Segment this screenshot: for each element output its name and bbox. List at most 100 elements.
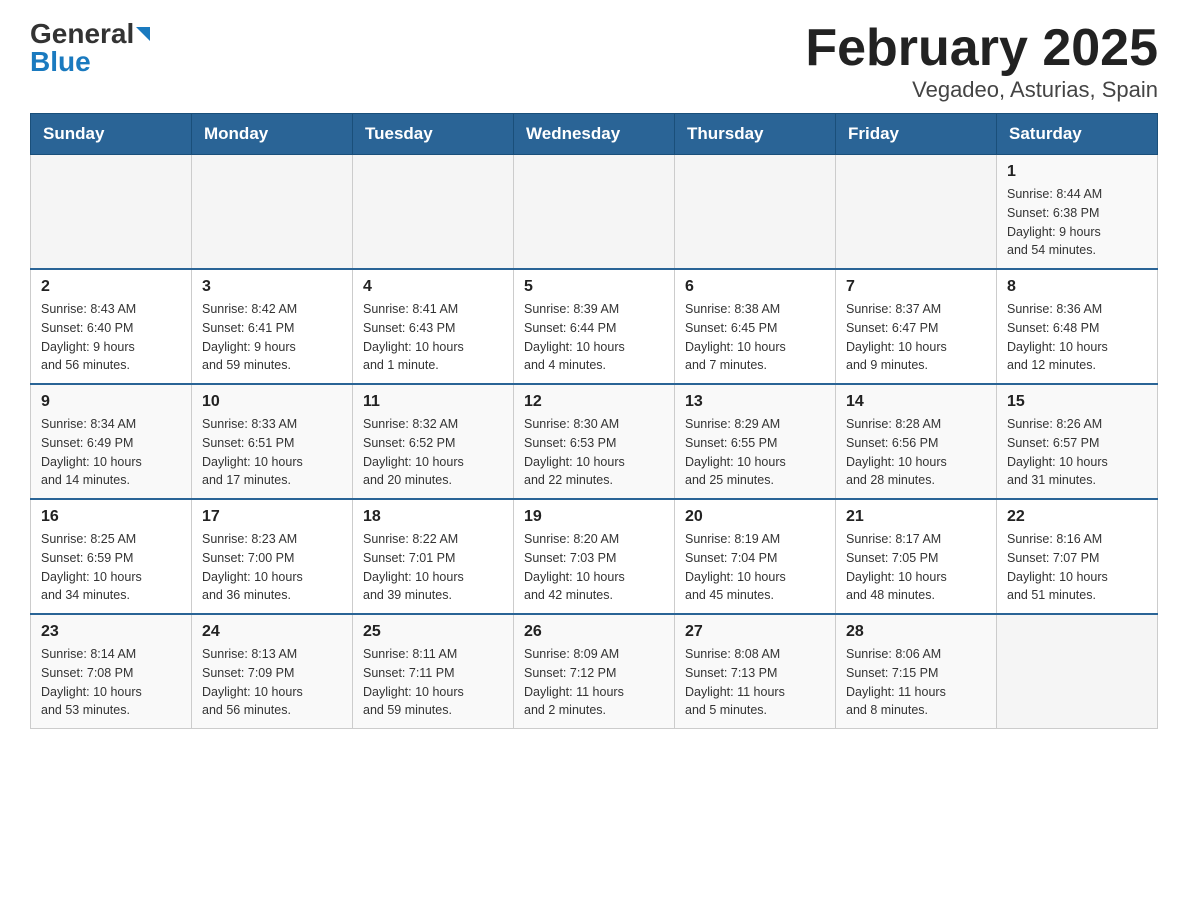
day-info: Sunrise: 8:37 AMSunset: 6:47 PMDaylight:… (846, 300, 986, 375)
weekday-header-monday: Monday (192, 114, 353, 155)
calendar-day-cell (31, 155, 192, 270)
day-number: 7 (846, 278, 986, 296)
day-info: Sunrise: 8:06 AMSunset: 7:15 PMDaylight:… (846, 645, 986, 720)
calendar-day-cell: 3Sunrise: 8:42 AMSunset: 6:41 PMDaylight… (192, 269, 353, 384)
calendar-day-cell: 10 Sunrise: 8:33 AMSunset: 6:51 PMDayligh… (192, 384, 353, 499)
day-info: Sunrise: 8:16 AMSunset: 7:07 PMDaylight:… (1007, 530, 1147, 605)
day-number: 27 (685, 623, 825, 641)
day-info: Sunrise: 8:38 AMSunset: 6:45 PMDaylight:… (685, 300, 825, 375)
day-info: Sunrise: 8:43 AMSunset: 6:40 PMDaylight:… (41, 300, 181, 375)
calendar-day-cell (836, 155, 997, 270)
day-info: Sunrise: 8:39 AMSunset: 6:44 PMDaylight:… (524, 300, 664, 375)
day-number: 10 (202, 393, 342, 411)
day-number: 22 (1007, 508, 1147, 526)
calendar-day-cell (997, 614, 1158, 729)
logo-arrow-icon (136, 27, 150, 41)
day-info: Sunrise: 8:28 AMSunset: 6:56 PMDaylight:… (846, 415, 986, 490)
day-info: Sunrise: 8:41 AMSunset: 6:43 PMDaylight:… (363, 300, 503, 375)
calendar-day-cell: 5 Sunrise: 8:39 AMSunset: 6:44 PMDaylight… (514, 269, 675, 384)
calendar-day-cell: 8Sunrise: 8:36 AMSunset: 6:48 PMDaylight… (997, 269, 1158, 384)
day-info: Sunrise: 8:17 AMSunset: 7:05 PMDaylight:… (846, 530, 986, 605)
day-number: 24 (202, 623, 342, 641)
weekday-header-sunday: Sunday (31, 114, 192, 155)
day-number: 23 (41, 623, 181, 641)
day-number: 28 (846, 623, 986, 641)
day-number: 21 (846, 508, 986, 526)
day-info: Sunrise: 8:25 AMSunset: 6:59 PMDaylight:… (41, 530, 181, 605)
calendar-week-row: 16Sunrise: 8:25 AMSunset: 6:59 PMDayligh… (31, 499, 1158, 614)
calendar-week-row: 1 Sunrise: 8:44 AMSunset: 6:38 PMDaylight… (31, 155, 1158, 270)
calendar-day-cell: 14 Sunrise: 8:28 AMSunset: 6:56 PMDayligh… (836, 384, 997, 499)
day-info: Sunrise: 8:09 AMSunset: 7:12 PMDaylight:… (524, 645, 664, 720)
day-number: 1 (1007, 163, 1147, 181)
day-info: Sunrise: 8:14 AMSunset: 7:08 PMDaylight:… (41, 645, 181, 720)
calendar-subtitle: Vegadeo, Asturias, Spain (805, 77, 1158, 103)
calendar-day-cell: 19 Sunrise: 8:20 AMSunset: 7:03 PMDayligh… (514, 499, 675, 614)
day-number: 14 (846, 393, 986, 411)
calendar-week-row: 9 Sunrise: 8:34 AMSunset: 6:49 PMDaylight… (31, 384, 1158, 499)
calendar-week-row: 2 Sunrise: 8:43 AMSunset: 6:40 PMDaylight… (31, 269, 1158, 384)
day-number: 2 (41, 278, 181, 296)
day-info: Sunrise: 8:33 AMSunset: 6:51 PMDaylight:… (202, 415, 342, 490)
logo-blue: Blue (30, 48, 91, 76)
calendar-table: SundayMondayTuesdayWednesdayThursdayFrid… (30, 113, 1158, 729)
day-number: 13 (685, 393, 825, 411)
logo-general: General (30, 20, 134, 48)
day-number: 12 (524, 393, 664, 411)
calendar-day-cell: 1 Sunrise: 8:44 AMSunset: 6:38 PMDaylight… (997, 155, 1158, 270)
day-number: 19 (524, 508, 664, 526)
day-info: Sunrise: 8:23 AMSunset: 7:00 PMDaylight:… (202, 530, 342, 605)
calendar-day-cell: 24 Sunrise: 8:13 AMSunset: 7:09 PMDayligh… (192, 614, 353, 729)
day-number: 26 (524, 623, 664, 641)
calendar-day-cell (353, 155, 514, 270)
day-info: Sunrise: 8:26 AMSunset: 6:57 PMDaylight:… (1007, 415, 1147, 490)
calendar-day-cell (675, 155, 836, 270)
calendar-day-cell (192, 155, 353, 270)
day-number: 18 (363, 508, 503, 526)
logo: General Blue (30, 20, 150, 76)
weekday-header-row: SundayMondayTuesdayWednesdayThursdayFrid… (31, 114, 1158, 155)
weekday-header-saturday: Saturday (997, 114, 1158, 155)
page-header: General Blue February 2025 Vegadeo, Astu… (30, 20, 1158, 103)
calendar-day-cell: 17 Sunrise: 8:23 AMSunset: 7:00 PMDayligh… (192, 499, 353, 614)
day-number: 4 (363, 278, 503, 296)
day-number: 15 (1007, 393, 1147, 411)
day-number: 25 (363, 623, 503, 641)
calendar-week-row: 23 Sunrise: 8:14 AMSunset: 7:08 PMDayligh… (31, 614, 1158, 729)
title-block: February 2025 Vegadeo, Asturias, Spain (805, 20, 1158, 103)
calendar-day-cell: 27 Sunrise: 8:08 AMSunset: 7:13 PMDayligh… (675, 614, 836, 729)
calendar-day-cell: 25 Sunrise: 8:11 AMSunset: 7:11 PMDayligh… (353, 614, 514, 729)
weekday-header-friday: Friday (836, 114, 997, 155)
calendar-day-cell: 2 Sunrise: 8:43 AMSunset: 6:40 PMDaylight… (31, 269, 192, 384)
day-info: Sunrise: 8:22 AMSunset: 7:01 PMDaylight:… (363, 530, 503, 605)
weekday-header-wednesday: Wednesday (514, 114, 675, 155)
day-number: 6 (685, 278, 825, 296)
calendar-day-cell: 20 Sunrise: 8:19 AMSunset: 7:04 PMDayligh… (675, 499, 836, 614)
calendar-day-cell: 12 Sunrise: 8:30 AMSunset: 6:53 PMDayligh… (514, 384, 675, 499)
calendar-day-cell: 11Sunrise: 8:32 AMSunset: 6:52 PMDayligh… (353, 384, 514, 499)
weekday-header-tuesday: Tuesday (353, 114, 514, 155)
day-info: Sunrise: 8:19 AMSunset: 7:04 PMDaylight:… (685, 530, 825, 605)
calendar-day-cell: 7 Sunrise: 8:37 AMSunset: 6:47 PMDaylight… (836, 269, 997, 384)
day-number: 17 (202, 508, 342, 526)
day-info: Sunrise: 8:34 AMSunset: 6:49 PMDaylight:… (41, 415, 181, 490)
weekday-header-thursday: Thursday (675, 114, 836, 155)
day-info: Sunrise: 8:32 AMSunset: 6:52 PMDaylight:… (363, 415, 503, 490)
calendar-day-cell: 23 Sunrise: 8:14 AMSunset: 7:08 PMDayligh… (31, 614, 192, 729)
day-info: Sunrise: 8:13 AMSunset: 7:09 PMDaylight:… (202, 645, 342, 720)
calendar-day-cell: 6 Sunrise: 8:38 AMSunset: 6:45 PMDaylight… (675, 269, 836, 384)
day-number: 9 (41, 393, 181, 411)
day-info: Sunrise: 8:44 AMSunset: 6:38 PMDaylight:… (1007, 185, 1147, 260)
calendar-title: February 2025 (805, 20, 1158, 77)
day-number: 8 (1007, 278, 1147, 296)
calendar-day-cell: 16Sunrise: 8:25 AMSunset: 6:59 PMDayligh… (31, 499, 192, 614)
day-number: 20 (685, 508, 825, 526)
day-info: Sunrise: 8:11 AMSunset: 7:11 PMDaylight:… (363, 645, 503, 720)
day-info: Sunrise: 8:30 AMSunset: 6:53 PMDaylight:… (524, 415, 664, 490)
day-info: Sunrise: 8:20 AMSunset: 7:03 PMDaylight:… (524, 530, 664, 605)
calendar-day-cell: 13Sunrise: 8:29 AMSunset: 6:55 PMDayligh… (675, 384, 836, 499)
calendar-day-cell: 4 Sunrise: 8:41 AMSunset: 6:43 PMDaylight… (353, 269, 514, 384)
day-info: Sunrise: 8:08 AMSunset: 7:13 PMDaylight:… (685, 645, 825, 720)
calendar-day-cell: 18 Sunrise: 8:22 AMSunset: 7:01 PMDayligh… (353, 499, 514, 614)
day-number: 5 (524, 278, 664, 296)
